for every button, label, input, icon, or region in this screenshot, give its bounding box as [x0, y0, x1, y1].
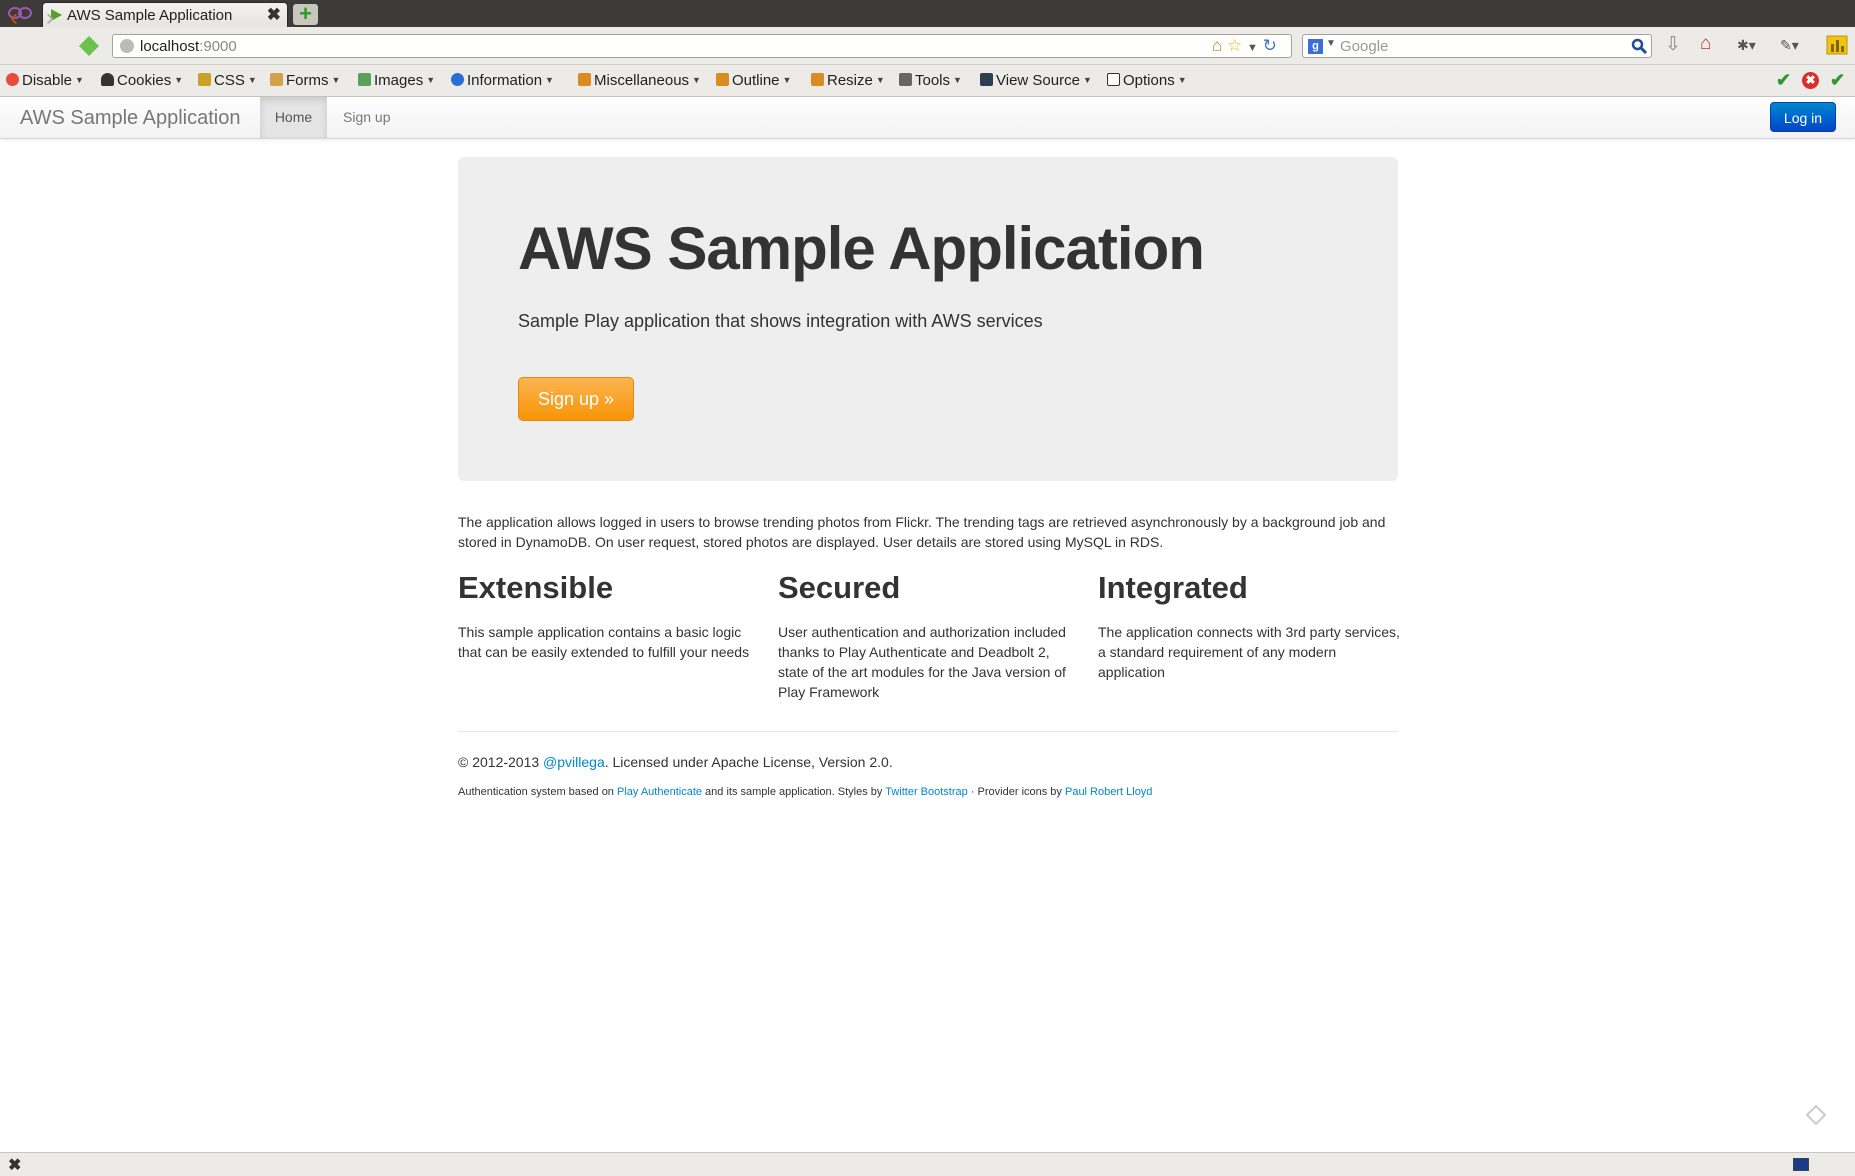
column-text-integrated: The application connects with 3rd party …	[1098, 624, 1400, 680]
dev-menu-resize[interactable]: Resize ▼	[811, 72, 885, 89]
addon-tool-icon[interactable]: ✱▾	[1737, 37, 1756, 54]
dev-menu-tools[interactable]: Tools ▼	[899, 72, 962, 89]
brand[interactable]: AWS Sample Application	[20, 107, 240, 130]
dev-menu-view-source[interactable]: View Source ▼	[980, 72, 1092, 89]
search-box[interactable]: g ▼ Google	[1302, 34, 1652, 58]
copyright: © 2012-2013 @pvillega. Licensed under Ap…	[458, 754, 893, 770]
new-tab-button[interactable]: +	[293, 3, 318, 25]
dev-menu-information[interactable]: Information ▼	[451, 72, 554, 89]
status-bar: ✖	[0, 1152, 1855, 1176]
forward-icon[interactable]: ›	[46, 6, 54, 30]
login-button[interactable]: Log in	[1770, 102, 1836, 132]
hero-subtitle: Sample Play application that shows integ…	[518, 311, 1043, 331]
chevron-down-icon: ▼	[1177, 75, 1187, 85]
reload-icon[interactable]: ↻	[1263, 36, 1277, 55]
outline-pencil-icon	[716, 73, 729, 86]
css-valid-check-icon[interactable]: ✔	[1776, 70, 1791, 91]
home-icon[interactable]: ⌂	[1700, 33, 1711, 55]
search-icon[interactable]	[1631, 38, 1647, 54]
dev-menu-images[interactable]: Images ▼	[358, 72, 435, 89]
information-icon	[451, 73, 464, 86]
back-icon[interactable]: ‹	[10, 6, 18, 30]
chevron-down-icon: ▼	[875, 75, 885, 85]
url-bar[interactable]: localhost:9000	[112, 34, 1292, 58]
language-flag-icon[interactable]	[1793, 1158, 1809, 1171]
twitter-bootstrap-link[interactable]: Twitter Bootstrap	[885, 786, 968, 798]
feedly-float-icon[interactable]	[1805, 1104, 1827, 1126]
column-title-integrated: Integrated	[1098, 570, 1248, 605]
stats-icon[interactable]	[1826, 35, 1848, 55]
paul-robert-lloyd-link[interactable]: Paul Robert Lloyd	[1065, 786, 1152, 798]
dev-menu-cookies[interactable]: Cookies ▼	[101, 72, 183, 89]
dev-menu-css[interactable]: CSS ▼	[198, 72, 257, 89]
chevron-down-icon: ▼	[331, 75, 341, 85]
column-text-secured: User authentication and authorization in…	[778, 624, 1066, 700]
color-picker-icon[interactable]: ✎▾	[1780, 37, 1799, 54]
nav-home[interactable]: Home	[260, 97, 327, 138]
chevron-down-icon: ▼	[174, 75, 184, 85]
css-pencil-icon	[198, 73, 211, 86]
search-placeholder: Google	[1340, 38, 1389, 55]
resize-icon	[811, 73, 824, 86]
dev-menu-outline[interactable]: Outline ▼	[716, 72, 791, 89]
url-host: localhost	[140, 38, 200, 55]
dev-menu-forms[interactable]: Forms ▼	[270, 72, 340, 89]
tab-close-icon[interactable]: ✖	[267, 5, 281, 25]
search-engine-icon[interactable]: g	[1308, 39, 1323, 54]
hero-signup-button[interactable]: Sign up »	[518, 377, 634, 421]
close-addon-bar-icon[interactable]: ✖	[8, 1155, 21, 1175]
disable-icon	[6, 73, 19, 86]
downloads-icon[interactable]: ⇩	[1665, 33, 1681, 56]
chevron-down-icon: ▼	[692, 75, 701, 85]
js-valid-check-icon[interactable]: ✔	[1830, 70, 1845, 91]
dev-menu-miscellaneous[interactable]: Miscellaneous ▼	[578, 72, 701, 89]
chevron-down-icon: ▼	[1082, 75, 1092, 85]
miscellaneous-icon	[578, 73, 591, 86]
search-engine-dropdown-icon[interactable]: ▼	[1326, 38, 1336, 49]
hero-title: AWS Sample Application	[518, 215, 1205, 282]
dev-menu-options[interactable]: Options ▼	[1107, 72, 1187, 89]
chevron-down-icon: ▼	[247, 75, 257, 85]
author-link[interactable]: @pvillega	[543, 754, 605, 770]
view-source-icon	[980, 73, 993, 86]
bookmark-star-icon[interactable]: ☆	[1227, 36, 1242, 55]
chevron-down-icon: ▼	[426, 75, 436, 85]
home-page-icon[interactable]: ⌂	[1212, 36, 1222, 55]
chevron-down-icon: ▼	[953, 75, 962, 85]
column-title-extensible: Extensible	[458, 570, 614, 605]
chevron-down-icon: ▼	[782, 75, 792, 85]
cookies-icon	[101, 73, 114, 86]
tab-title: AWS Sample Application	[67, 7, 233, 24]
browser-tab[interactable]: AWS Sample Application ✖	[42, 2, 288, 27]
images-icon	[358, 73, 371, 86]
dropdown-arrow-icon[interactable]: ▼	[1247, 42, 1258, 54]
url-port: :9000	[199, 38, 237, 55]
credits: Authentication system based on Play Auth…	[458, 786, 1153, 798]
footer-divider	[458, 731, 1398, 732]
chevron-down-icon: ▼	[75, 75, 84, 85]
url-bar-actions: ⌂ ☆ ▼ ↻	[1212, 36, 1277, 56]
intro-text: The application allows logged in users t…	[458, 514, 1386, 550]
nav-signup[interactable]: Sign up	[343, 97, 390, 138]
feedly-icon[interactable]	[78, 35, 100, 57]
forms-icon	[270, 73, 283, 86]
chevron-down-icon: ▼	[545, 75, 554, 85]
column-title-secured: Secured	[778, 570, 901, 605]
options-icon	[1107, 73, 1120, 86]
tools-icon	[899, 73, 912, 86]
play-authenticate-link[interactable]: Play Authenticate	[617, 786, 702, 798]
dev-menu-disable[interactable]: Disable ▼	[6, 72, 84, 89]
site-identity-icon[interactable]	[120, 39, 134, 53]
html-error-icon[interactable]: ✖	[1802, 72, 1819, 89]
column-text-extensible: This sample application contains a basic…	[458, 624, 750, 660]
